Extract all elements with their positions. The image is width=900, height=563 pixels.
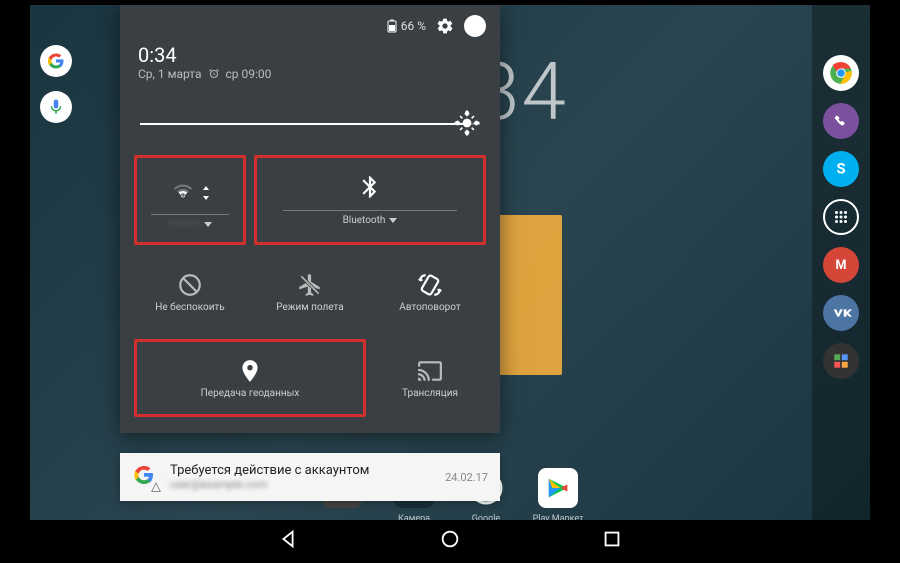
tile-label: Bluetooth bbox=[343, 215, 386, 226]
notification-subtitle: user@example.com bbox=[170, 478, 435, 491]
tile-cast[interactable]: Трансляция bbox=[374, 339, 486, 417]
brightness-fill bbox=[140, 123, 466, 125]
dock-item[interactable]: Play Маркет bbox=[538, 468, 578, 508]
tile-dnd[interactable]: Не беспокоить bbox=[134, 253, 246, 331]
quick-settings-tiles: ———— Bluetooth Не беспокоить Режим полет… bbox=[120, 155, 500, 433]
tile-bluetooth[interactable]: Bluetooth bbox=[254, 155, 486, 245]
chevron-down-icon bbox=[204, 222, 212, 227]
voice-search-icon[interactable] bbox=[40, 91, 72, 123]
dnd-icon bbox=[177, 272, 203, 298]
location-icon bbox=[237, 358, 263, 384]
expand-icon bbox=[202, 186, 210, 200]
shade-date: Ср, 1 марта bbox=[138, 67, 202, 81]
tile-label: Автоповорот bbox=[399, 302, 460, 313]
user-avatar[interactable] bbox=[464, 15, 486, 37]
left-search-column bbox=[30, 45, 72, 123]
shade-time: 0:34 bbox=[138, 43, 482, 67]
tile-wifi[interactable]: ———— bbox=[134, 155, 246, 245]
tile-label: Трансляция bbox=[402, 388, 458, 399]
right-app-column: S M bbox=[812, 5, 870, 558]
notification-date: 24.02.17 bbox=[445, 471, 488, 484]
tile-airplane[interactable]: Режим полета bbox=[254, 253, 366, 331]
app-drawer-icon[interactable] bbox=[823, 199, 859, 235]
google-search-icon[interactable] bbox=[40, 45, 72, 77]
airplane-icon bbox=[297, 272, 323, 298]
notification-text: Требуется действие с аккаунтом user@exam… bbox=[170, 463, 435, 491]
shade-date-row: Ср, 1 марта ср 09:00 bbox=[138, 67, 482, 81]
shade-header: 0:34 Ср, 1 марта ср 09:00 bbox=[120, 43, 500, 95]
tile-label: Не беспокоить bbox=[155, 302, 224, 313]
notification-title: Требуется действие с аккаунтом bbox=[170, 463, 435, 478]
battery-indicator: 66 % bbox=[387, 19, 426, 33]
recent-apps-button[interactable] bbox=[601, 528, 623, 550]
tile-label: Режим полета bbox=[276, 302, 343, 313]
navigation-bar bbox=[30, 520, 870, 558]
shade-alarm: ср 09:00 bbox=[226, 67, 272, 81]
tile-location[interactable]: Передача геоданных bbox=[134, 339, 366, 417]
google-app-icon bbox=[132, 463, 160, 491]
back-button[interactable] bbox=[277, 528, 299, 550]
chrome-icon[interactable] bbox=[823, 55, 859, 91]
wifi-icon bbox=[170, 178, 196, 204]
battery-icon bbox=[387, 19, 397, 33]
svg-text:M: M bbox=[836, 258, 847, 273]
svg-text:S: S bbox=[836, 160, 845, 178]
bluetooth-icon bbox=[357, 174, 383, 200]
calculator-icon[interactable] bbox=[823, 343, 859, 379]
cast-icon bbox=[417, 358, 443, 384]
tile-autorotate[interactable]: Автоповорот bbox=[374, 253, 486, 331]
brightness-slider[interactable] bbox=[140, 113, 480, 133]
skype-icon[interactable]: S bbox=[823, 151, 859, 187]
alarm-icon bbox=[208, 68, 220, 80]
home-button[interactable] bbox=[439, 528, 461, 550]
tablet-screen: 0:34 09:00 TER ER S M bbox=[30, 5, 870, 558]
viber-icon[interactable] bbox=[823, 103, 859, 139]
brightness-icon[interactable] bbox=[454, 110, 480, 136]
tile-label: Передача геоданных bbox=[201, 388, 300, 399]
status-row: 66 % bbox=[120, 5, 500, 43]
gmail-icon[interactable]: M bbox=[823, 247, 859, 283]
vk-icon[interactable] bbox=[823, 295, 859, 331]
autorotate-icon bbox=[417, 272, 443, 298]
chevron-down-icon bbox=[389, 218, 397, 223]
notification-card[interactable]: Требуется действие с аккаунтом user@exam… bbox=[120, 453, 500, 501]
notification-shade: 66 % 0:34 Ср, 1 марта ср 09:00 bbox=[120, 5, 500, 433]
settings-icon[interactable] bbox=[436, 17, 454, 35]
battery-pct: 66 % bbox=[401, 19, 426, 33]
